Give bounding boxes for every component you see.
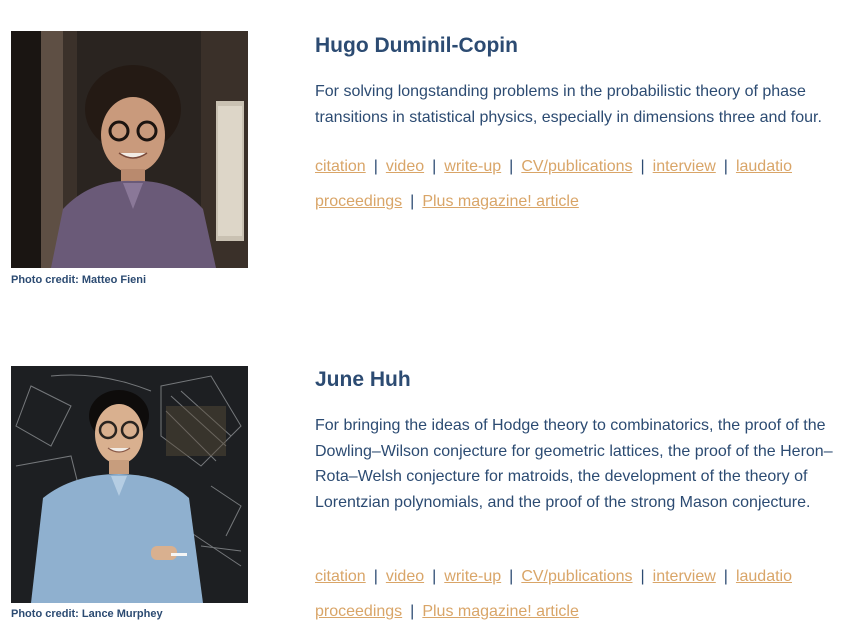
video-link[interactable]: video (386, 158, 424, 175)
link-separator: | (723, 568, 728, 585)
cv-publications-link[interactable]: CV/publications (521, 158, 632, 175)
link-separator: | (410, 193, 415, 210)
citation-link[interactable]: citation (315, 568, 366, 585)
citation-link[interactable]: citation (315, 158, 366, 175)
link-separator: | (509, 568, 514, 585)
laureate-photo (11, 366, 248, 603)
laureate-description: For bringing the ideas of Hodge theory t… (315, 417, 833, 511)
laudatio-link[interactable]: laudatio (736, 158, 792, 175)
link-separator: | (373, 158, 378, 175)
plus-magazine-article-link[interactable]: Plus magazine! article (422, 193, 579, 210)
interview-link[interactable]: interview (653, 158, 716, 175)
link-separator: | (432, 158, 437, 175)
laureate-description: For solving longstanding problems in the… (315, 83, 822, 126)
link-separator: | (373, 568, 378, 585)
photo-credit: Photo credit: Lance Murphey (11, 608, 163, 620)
cv-publications-link[interactable]: CV/publications (521, 568, 632, 585)
photo-credit: Photo credit: Matteo Fieni (11, 274, 147, 286)
laureate-card-duminil-copin: Photo credit: Matteo Fieni Hugo Duminil-… (0, 0, 867, 330)
resource-links: citation | video | write-up | CV/publications |… (315, 559, 865, 629)
laureate-photo (11, 31, 248, 268)
link-separator: | (640, 158, 645, 175)
interview-link[interactable]: interview (653, 568, 716, 585)
laureate-name: Hugo Duminil-Copin (315, 34, 518, 57)
write-up-link[interactable]: write-up (444, 568, 501, 585)
laudatio-link[interactable]: laudatio (736, 568, 792, 585)
link-separator: | (640, 568, 645, 585)
laureate-name: June Huh (315, 368, 411, 391)
proceedings-link[interactable]: proceedings (315, 193, 402, 210)
video-link[interactable]: video (386, 568, 424, 585)
link-separator: | (509, 158, 514, 175)
plus-magazine-article-link[interactable]: Plus magazine! article (422, 603, 579, 620)
link-separator: | (723, 158, 728, 175)
resource-links: citation | video | write-up | CV/publications |… (315, 149, 865, 219)
proceedings-link[interactable]: proceedings (315, 603, 402, 620)
write-up-link[interactable]: write-up (444, 158, 501, 175)
link-separator: | (410, 603, 415, 620)
link-separator: | (432, 568, 437, 585)
laureate-card-huh: Photo credit: Lance Murphey June Huh For… (0, 334, 867, 636)
